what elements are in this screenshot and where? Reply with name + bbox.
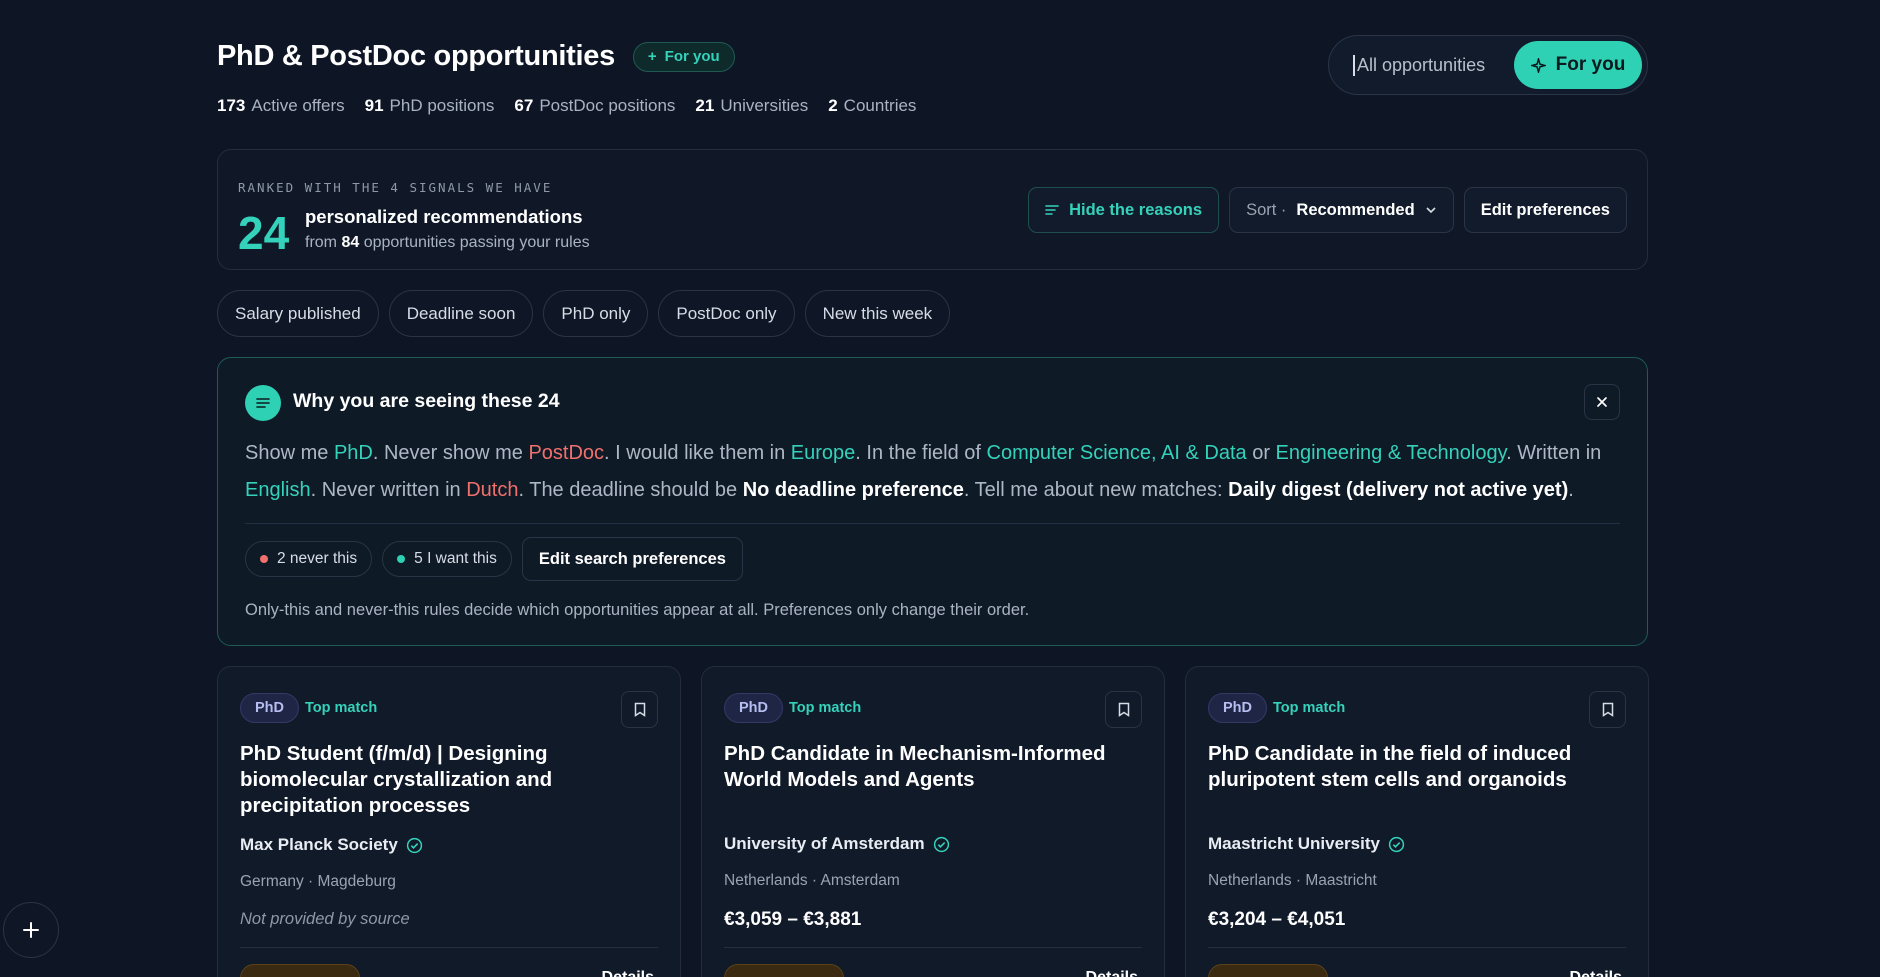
location: Netherlands · Amsterdam bbox=[724, 872, 900, 889]
organization: Max Planck Society bbox=[240, 835, 423, 855]
rules-note: Only-this and never-this rules decide wh… bbox=[245, 601, 1030, 619]
sparkle-icon bbox=[1530, 57, 1546, 73]
lines-icon bbox=[1045, 205, 1059, 215]
type-badge: PhD bbox=[1208, 693, 1267, 723]
deadline-badge bbox=[1208, 964, 1328, 977]
salary: Not provided by source bbox=[240, 910, 410, 928]
verified-icon bbox=[1388, 836, 1405, 852]
details-link[interactable]: Details bbox=[1086, 969, 1138, 977]
deadline-badge bbox=[724, 964, 844, 977]
plus-icon: + bbox=[647, 48, 657, 65]
card-divider bbox=[724, 947, 1142, 948]
location: Germany · Magdeburg bbox=[240, 873, 396, 890]
add-button[interactable] bbox=[3, 902, 59, 958]
pref-deadline: No deadline preference bbox=[742, 479, 964, 501]
card-divider bbox=[1208, 947, 1626, 948]
reasons-icon bbox=[245, 385, 281, 421]
preferences-sentence: Show me PhD. Never show me PostDoc. I wo… bbox=[245, 442, 1602, 501]
chevron-down-icon bbox=[1426, 207, 1436, 214]
filter-new-this-week[interactable]: New this week bbox=[804, 290, 951, 337]
ranked-caption: RANKED WITH THE 4 SIGNALS WE HAVE bbox=[238, 180, 553, 195]
all-opportunities-tab[interactable]: All opportunities bbox=[1353, 54, 1514, 76]
recommendations-summary: RANKED WITH THE 4 SIGNALS WE HAVE 24 per… bbox=[217, 149, 1648, 270]
pref-europe: Europe bbox=[790, 442, 856, 464]
bookmark-icon[interactable] bbox=[1589, 691, 1626, 728]
pref-dutch: Dutch bbox=[466, 479, 519, 501]
match-label: Top match bbox=[305, 700, 378, 716]
details-link[interactable]: Details bbox=[602, 969, 654, 977]
page-header: PhD & PostDoc opportunities + For you 17… bbox=[217, 0, 1648, 140]
opportunity-card[interactable]: PhD Top match PhD Candidate in Mechanism… bbox=[701, 666, 1165, 977]
card-title[interactable]: PhD Student (f/m/d) | Designing biomolec… bbox=[240, 741, 650, 819]
hide-reasons-button[interactable]: Hide the reasons bbox=[1028, 187, 1220, 233]
match-label: Top match bbox=[1273, 700, 1346, 716]
never-this-tag: 2 never this bbox=[245, 541, 373, 577]
organization: University of Amsterdam bbox=[724, 834, 950, 854]
page-title: PhD & PostDoc opportunities bbox=[217, 40, 615, 72]
close-icon[interactable] bbox=[1584, 384, 1620, 420]
filter-postdoc-only[interactable]: PostDoc only bbox=[658, 290, 795, 337]
stats-row: 173 Active offers 91 PhD positions 67 PostD… bbox=[217, 96, 916, 116]
why-title: Why you are seeing these 24 bbox=[293, 390, 560, 412]
opportunity-card[interactable]: PhD Top match PhD Candidate in the field… bbox=[1185, 666, 1649, 977]
pref-field-cs: Computer Science, AI & Data bbox=[986, 442, 1247, 464]
opportunity-cards: PhD Top match PhD Student (f/m/d) | Desi… bbox=[217, 666, 1649, 977]
salary: €3,204 – €4,051 bbox=[1208, 909, 1346, 930]
location: Netherlands · Maastricht bbox=[1208, 872, 1377, 889]
filter-deadline-soon[interactable]: Deadline soon bbox=[388, 290, 534, 337]
main-content: PhD & PostDoc opportunities + For you 17… bbox=[217, 0, 1649, 977]
stat-active-offers: 173 Active offers bbox=[217, 96, 345, 115]
type-badge: PhD bbox=[724, 693, 783, 723]
sort-select[interactable]: Sort · Recommended bbox=[1229, 187, 1454, 233]
for-you-tab[interactable]: For you bbox=[1514, 41, 1642, 89]
pref-phd: PhD bbox=[333, 442, 373, 464]
pref-field-eng: Engineering & Technology bbox=[1275, 442, 1507, 464]
filter-phd-only[interactable]: PhD only bbox=[543, 290, 649, 337]
why-panel: Why you are seeing these 24 Show me PhD.… bbox=[217, 357, 1648, 646]
plus-icon bbox=[23, 922, 39, 938]
verified-icon bbox=[406, 837, 422, 853]
deadline-badge bbox=[240, 964, 360, 977]
details-link[interactable]: Details bbox=[1570, 969, 1622, 977]
stat-postdoc-positions: 67 PostDoc positions bbox=[514, 96, 676, 115]
verified-icon bbox=[933, 836, 949, 852]
recommendation-label: personalized recommendations bbox=[305, 206, 583, 227]
pref-english: English bbox=[245, 479, 311, 501]
organization: Maastricht University bbox=[1208, 834, 1405, 854]
card-title[interactable]: PhD Candidate in the field of induced pl… bbox=[1208, 741, 1618, 793]
for-you-badge: + For you bbox=[632, 41, 735, 72]
pref-digest: Daily digest (delivery not active yet) bbox=[1228, 479, 1569, 501]
stat-countries: 2 Countries bbox=[828, 96, 917, 115]
filter-chips: Salary published Deadline soon PhD only … bbox=[217, 290, 951, 337]
salary: €3,059 – €3,881 bbox=[724, 909, 862, 930]
divider bbox=[245, 523, 1620, 524]
stat-phd-positions: 91 PhD positions bbox=[364, 96, 495, 115]
pref-postdoc: PostDoc bbox=[528, 442, 605, 464]
filter-salary-published[interactable]: Salary published bbox=[217, 290, 379, 337]
edit-search-preferences-button[interactable]: Edit search preferences bbox=[521, 537, 743, 581]
recommendation-count: 24 bbox=[238, 207, 290, 259]
card-title[interactable]: PhD Candidate in Mechanism-Informed Worl… bbox=[724, 741, 1134, 793]
bookmark-icon[interactable] bbox=[621, 691, 658, 728]
card-divider bbox=[240, 947, 658, 948]
edit-preferences-button[interactable]: Edit preferences bbox=[1463, 187, 1627, 233]
view-toggle: All opportunities For you bbox=[1328, 35, 1648, 95]
type-badge: PhD bbox=[240, 693, 299, 723]
match-label: Top match bbox=[789, 700, 862, 716]
stat-universities: 21 Universities bbox=[695, 96, 809, 115]
sort-value: Recommended bbox=[1296, 200, 1415, 219]
want-this-tag: 5 I want this bbox=[382, 541, 512, 577]
recommendation-source: from 84 opportunities passing your rules bbox=[305, 234, 590, 251]
opportunity-card[interactable]: PhD Top match PhD Student (f/m/d) | Desi… bbox=[217, 666, 681, 977]
bookmark-icon[interactable] bbox=[1105, 691, 1142, 728]
